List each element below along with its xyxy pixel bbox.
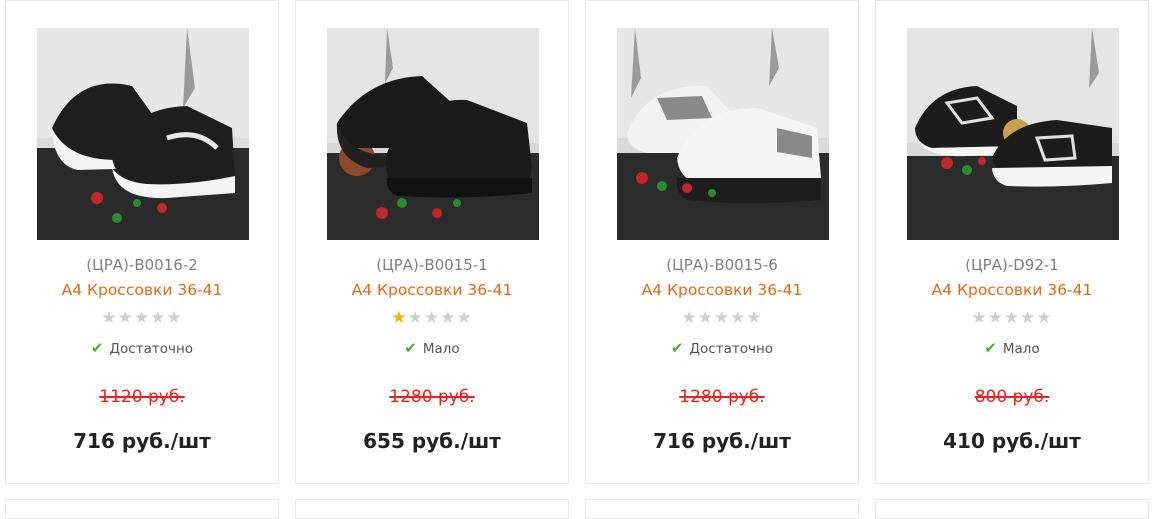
star-icon[interactable]: ★ [391, 308, 407, 328]
star-icon[interactable]: ★ [730, 308, 746, 328]
current-price: 716 руб./шт [73, 429, 211, 453]
star-icon[interactable]: ★ [456, 308, 472, 328]
product-sku: (ЦРА)-B0015-6 [666, 256, 778, 274]
old-price: 1280 руб. [679, 387, 765, 407]
product-card-next-row[interactable] [875, 499, 1149, 519]
star-icon[interactable]: ★ [971, 308, 987, 328]
stock-label: Мало [422, 341, 460, 357]
product-name-link[interactable]: А4 Кроссовки 36-41 [586, 281, 858, 299]
current-price: 655 руб./шт [363, 429, 501, 453]
product-sku: (ЦРА)-B0015-1 [376, 256, 488, 274]
sneaker-photo [617, 28, 829, 240]
star-icon[interactable]: ★ [101, 308, 117, 328]
product-card[interactable]: (ЦРА)-B0016-2 А4 Кроссовки 36-41 ★★★★★ ✔… [5, 0, 279, 484]
star-icon[interactable]: ★ [714, 308, 730, 328]
product-name-link[interactable]: А4 Кроссовки 36-41 [6, 281, 278, 299]
current-price: 410 руб./шт [943, 429, 1081, 453]
product-card-next-row[interactable] [295, 499, 569, 519]
product-image[interactable] [617, 28, 829, 240]
rating-stars[interactable]: ★★★★★ [6, 309, 278, 327]
sneaker-photo [37, 28, 249, 240]
star-icon[interactable]: ★ [698, 308, 714, 328]
star-icon[interactable]: ★ [1020, 308, 1036, 328]
stock-label: Достаточно [109, 341, 194, 357]
product-sku: (ЦРА)-B0016-2 [86, 256, 198, 274]
product-card-next-row[interactable] [5, 499, 279, 519]
star-icon[interactable]: ★ [1004, 308, 1020, 328]
product-card[interactable]: (ЦРА)-B0015-1 А4 Кроссовки 36-41 ★★★★★ ✔… [295, 0, 569, 484]
sneaker-photo [327, 28, 539, 240]
star-icon[interactable]: ★ [746, 308, 762, 328]
rating-stars[interactable]: ★★★★★ [586, 309, 858, 327]
product-image[interactable] [37, 28, 249, 240]
product-name-link[interactable]: А4 Кроссовки 36-41 [876, 281, 1148, 299]
check-icon: ✔ [984, 339, 997, 357]
product-name-link[interactable]: А4 Кроссовки 36-41 [296, 281, 568, 299]
old-price: 1120 руб. [99, 387, 185, 407]
star-icon[interactable]: ★ [424, 308, 440, 328]
check-icon: ✔ [90, 339, 104, 357]
check-icon: ✔ [670, 339, 684, 357]
check-icon: ✔ [404, 339, 417, 357]
star-icon[interactable]: ★ [134, 308, 150, 328]
stock-status: ✔ Достаточно [6, 339, 278, 357]
star-icon[interactable]: ★ [408, 308, 424, 328]
stock-label: Мало [1002, 341, 1040, 357]
rating-stars[interactable]: ★★★★★ [296, 309, 568, 327]
sneaker-photo [907, 28, 1119, 240]
product-sku: (ЦРА)-D92-1 [965, 256, 1059, 274]
old-price: 800 руб. [974, 387, 1050, 407]
product-card[interactable]: (ЦРА)-B0015-6 А4 Кроссовки 36-41 ★★★★★ ✔… [585, 0, 859, 484]
product-image[interactable] [327, 28, 539, 240]
star-icon[interactable]: ★ [988, 308, 1004, 328]
product-grid: (ЦРА)-B0016-2 А4 Кроссовки 36-41 ★★★★★ ✔… [0, 0, 1156, 519]
star-icon[interactable]: ★ [681, 308, 697, 328]
product-image[interactable] [907, 28, 1119, 240]
stock-status: ✔ Мало [296, 339, 568, 357]
star-icon[interactable]: ★ [166, 308, 182, 328]
old-price: 1280 руб. [389, 387, 475, 407]
current-price: 716 руб./шт [653, 429, 791, 453]
star-icon[interactable]: ★ [1036, 308, 1052, 328]
stock-label: Достаточно [689, 341, 774, 357]
product-card[interactable]: (ЦРА)-D92-1 А4 Кроссовки 36-41 ★★★★★ ✔ Ма… [875, 0, 1149, 484]
product-card-next-row[interactable] [585, 499, 859, 519]
star-icon[interactable]: ★ [118, 308, 134, 328]
stock-status: ✔ Мало [876, 339, 1148, 357]
stock-status: ✔ Достаточно [586, 339, 858, 357]
rating-stars[interactable]: ★★★★★ [876, 309, 1148, 327]
star-icon[interactable]: ★ [150, 308, 166, 328]
star-icon[interactable]: ★ [440, 308, 456, 328]
